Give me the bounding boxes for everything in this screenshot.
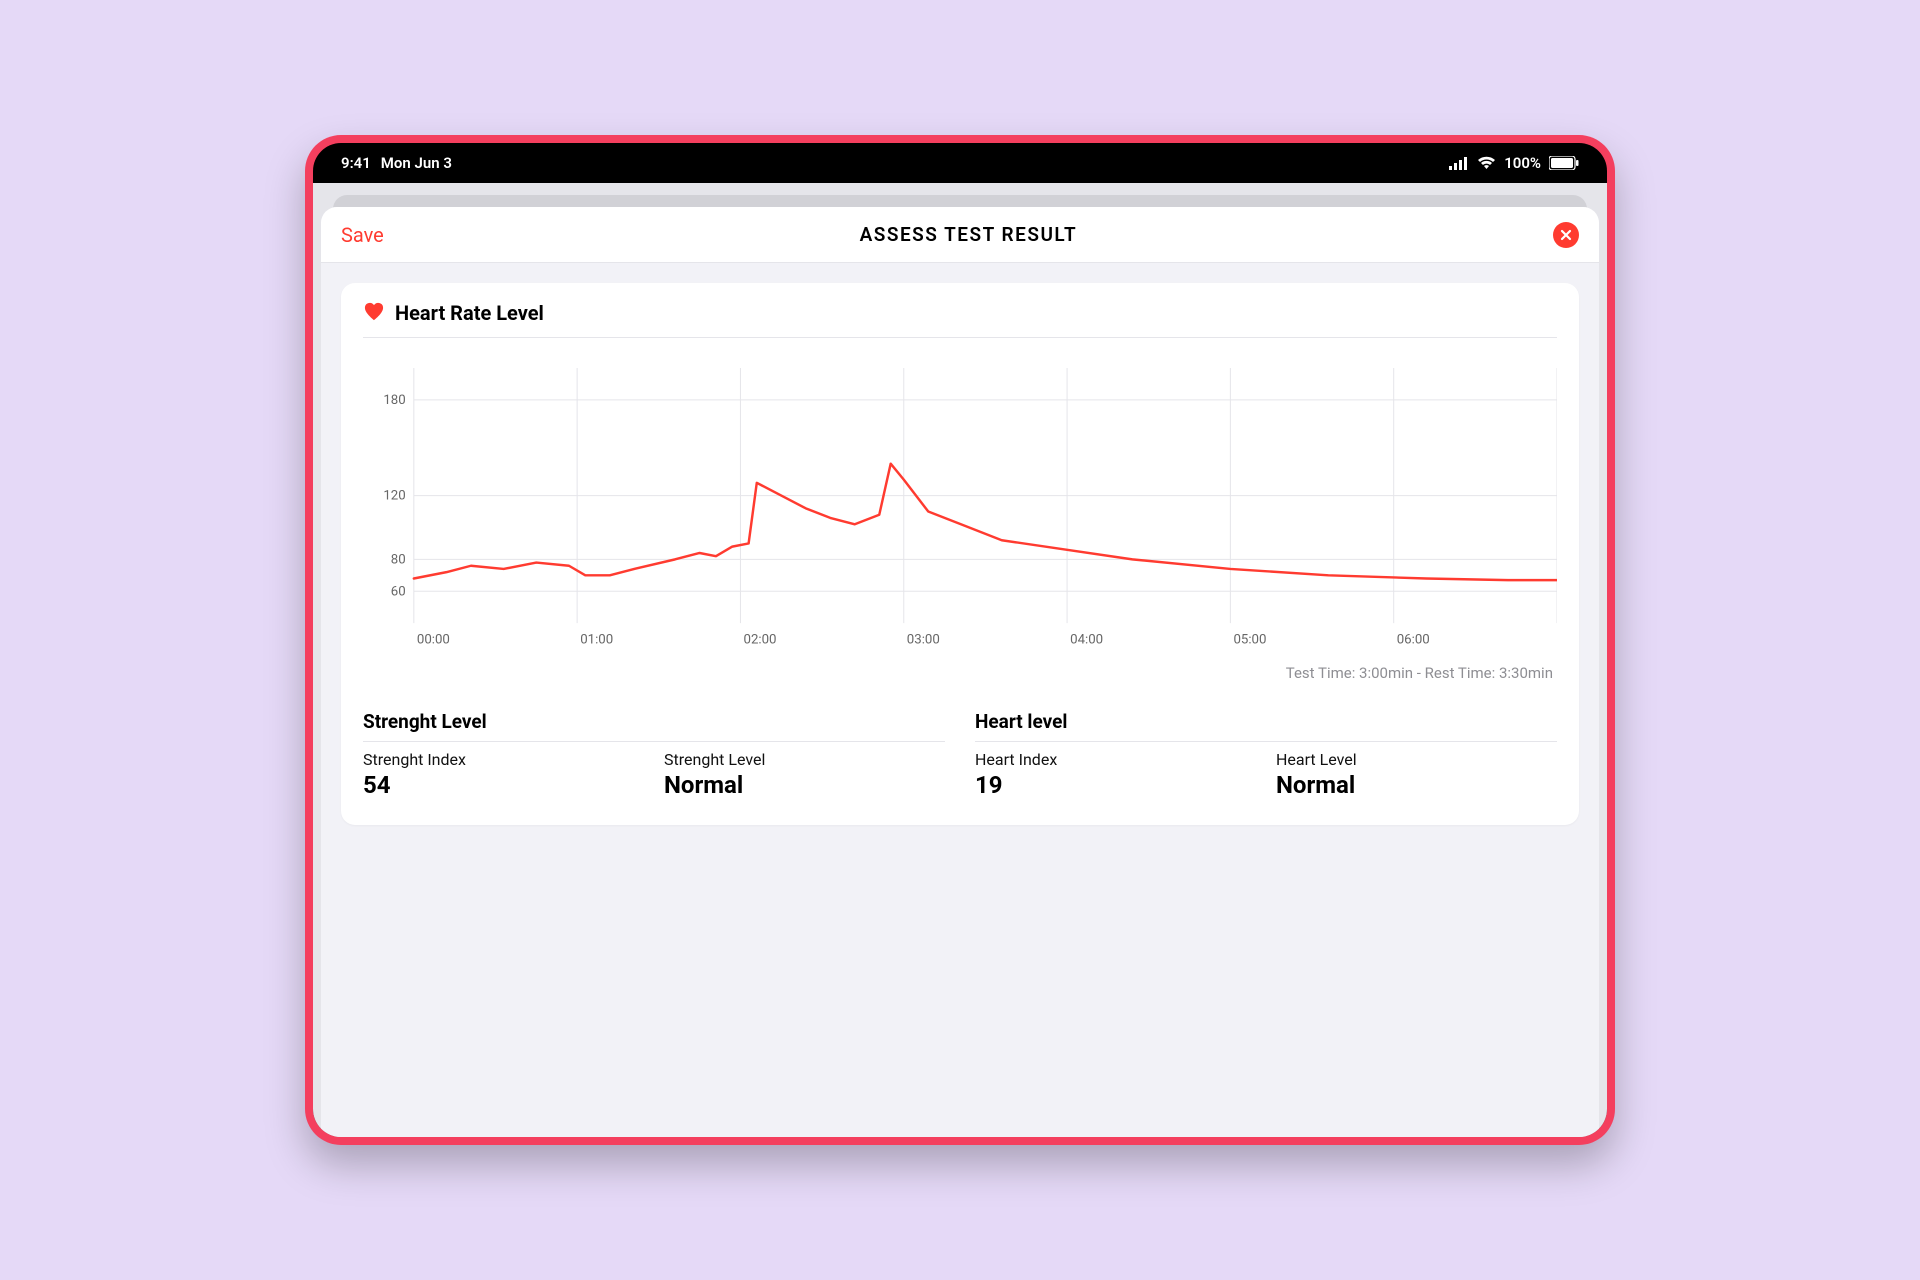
line-chart: 60 80 120 180 00:00 01:00 02:00 03:00 04:00 05:00…: [373, 368, 1557, 654]
heart-index-value: 19: [975, 771, 1256, 799]
heart-level-label: Heart Level: [1276, 750, 1557, 769]
svg-text:02:00: 02:00: [744, 633, 777, 648]
heart-rate-chart: 60 80 120 180 00:00 01:00 02:00 03:00 04:00 05:00…: [373, 368, 1557, 654]
heart-level: Heart Level Normal: [1276, 750, 1557, 799]
heart-icon: [363, 301, 385, 325]
strength-group: Strenght Level Strenght Index 54 Strengh…: [363, 710, 945, 799]
strength-index: Strenght Index 54: [363, 750, 644, 799]
heart-rate-card: Heart Rate Level 60 80 120 180 00:00 01:00 02:…: [341, 283, 1579, 825]
close-icon: [1560, 229, 1572, 241]
svg-text:06:00: 06:00: [1397, 633, 1430, 648]
modal-sheet: Save ASSESS TEST RESULT: [321, 207, 1599, 1137]
heart-index: Heart Index 19: [975, 750, 1256, 799]
svg-text:180: 180: [383, 393, 405, 408]
svg-text:04:00: 04:00: [1070, 633, 1103, 648]
battery-icon: [1549, 156, 1579, 170]
strength-level-label: Strenght Level: [664, 750, 945, 769]
svg-text:80: 80: [391, 552, 406, 567]
save-button[interactable]: Save: [341, 223, 384, 247]
strength-level-value: Normal: [664, 771, 945, 799]
wifi-icon: [1477, 156, 1496, 170]
card-title: Heart Rate Level: [395, 301, 544, 325]
page-title: ASSESS TEST RESULT: [860, 223, 1078, 246]
status-time: 9:41: [341, 154, 371, 172]
heart-group: Heart level Heart Index 19 Heart Level N…: [975, 710, 1557, 799]
svg-text:60: 60: [391, 584, 406, 599]
status-date: Mon Jun 3: [381, 154, 452, 172]
close-button[interactable]: [1553, 222, 1579, 248]
time-note: Test Time: 3:00min - Rest Time: 3:30min: [363, 664, 1557, 682]
app-screen: Save ASSESS TEST RESULT: [313, 183, 1607, 1137]
battery-percent: 100%: [1504, 154, 1541, 172]
tablet-frame: 9:41 Mon Jun 3 100% Save: [305, 135, 1615, 1145]
status-bar: 9:41 Mon Jun 3 100%: [313, 143, 1607, 183]
signal-icon: [1449, 157, 1469, 170]
svg-text:120: 120: [383, 489, 405, 504]
heart-level-value: Normal: [1276, 771, 1557, 799]
svg-text:00:00: 00:00: [417, 633, 450, 648]
heart-title: Heart level: [975, 710, 1557, 742]
strength-index-label: Strenght Index: [363, 750, 644, 769]
svg-text:03:00: 03:00: [907, 633, 940, 648]
strength-index-value: 54: [363, 771, 644, 799]
sheet-content: Heart Rate Level 60 80 120 180 00:00 01:00 02:…: [321, 263, 1599, 845]
strength-level: Strenght Level Normal: [664, 750, 945, 799]
strength-title: Strenght Level: [363, 710, 945, 742]
tablet-screen: 9:41 Mon Jun 3 100% Save: [313, 143, 1607, 1137]
metrics-row: Strenght Level Strenght Index 54 Strengh…: [363, 710, 1557, 799]
card-header: Heart Rate Level: [363, 301, 1557, 338]
heart-index-label: Heart Index: [975, 750, 1256, 769]
svg-text:05:00: 05:00: [1233, 633, 1266, 648]
sheet-header: Save ASSESS TEST RESULT: [321, 207, 1599, 263]
svg-text:01:00: 01:00: [580, 633, 613, 648]
